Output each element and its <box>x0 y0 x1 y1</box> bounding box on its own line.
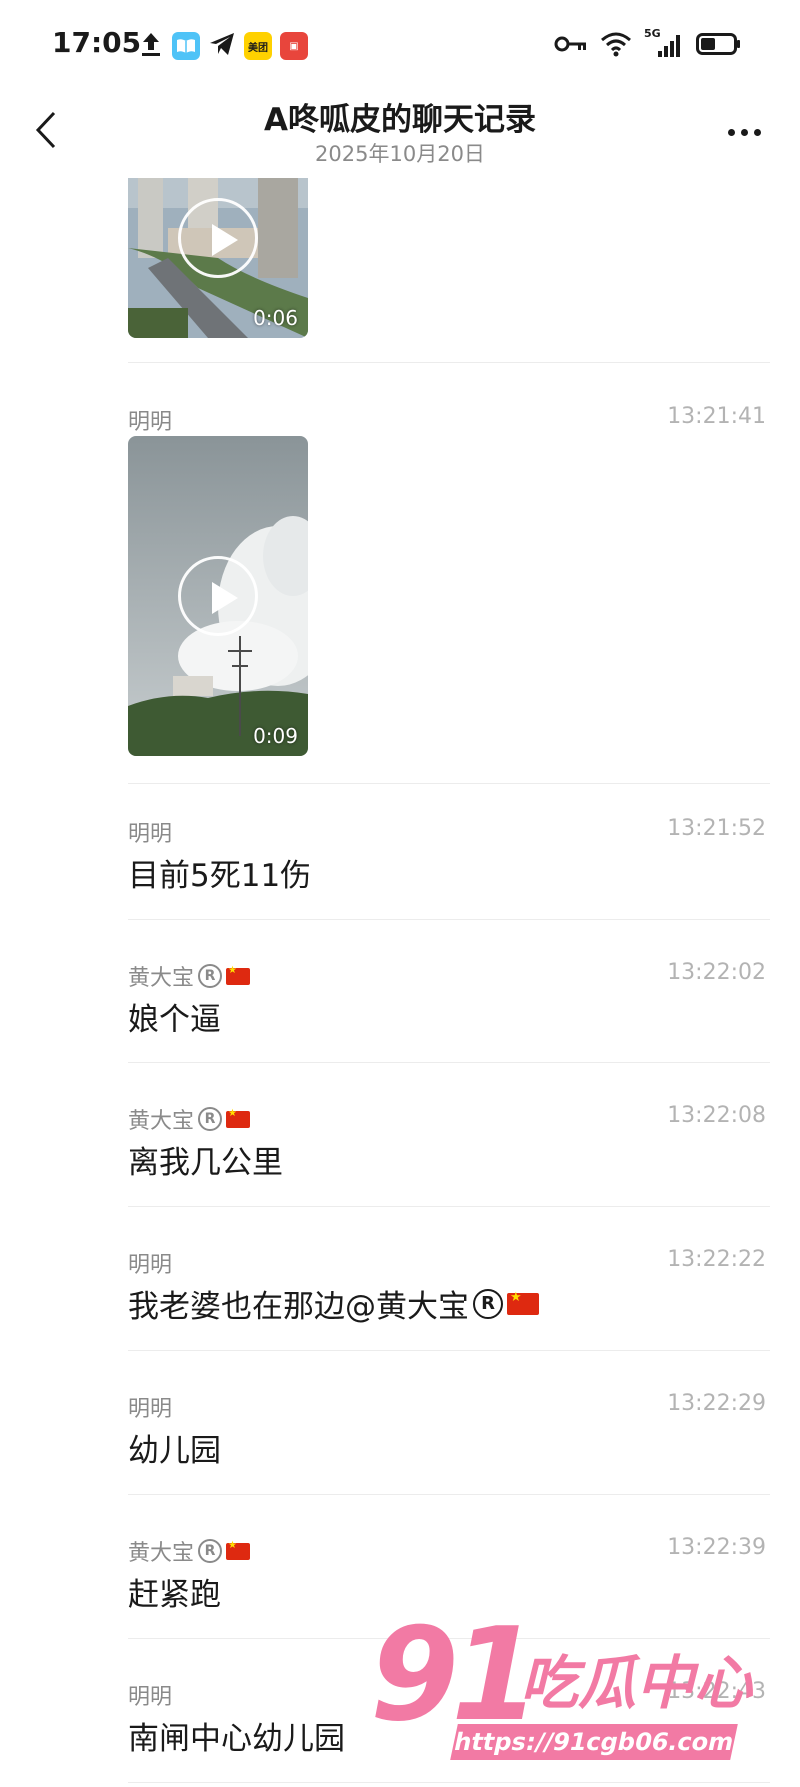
more-dot <box>753 128 761 136</box>
message-text: 赶紧跑 <box>128 1577 221 1613</box>
message-sender: 明明 <box>128 1685 173 1710</box>
system-icons: 5G <box>554 27 742 62</box>
battery-icon <box>696 32 742 60</box>
more-dot <box>740 128 748 136</box>
registered-icon: R <box>198 1539 223 1563</box>
message-text: 幼儿园 <box>128 1433 221 1469</box>
divider <box>128 1494 770 1495</box>
divider <box>128 1350 770 1351</box>
message-sender: 明明 <box>128 410 173 435</box>
china-flag-icon <box>226 1540 251 1560</box>
telegram-icon <box>208 31 236 61</box>
network-type: 5G <box>644 27 661 40</box>
divider <box>128 919 770 920</box>
play-icon <box>178 556 258 636</box>
message-sender: 明明 <box>128 1253 173 1278</box>
video-duration: 0:09 <box>253 724 298 748</box>
status-bar: 17:05 美团 ▣ 5G <box>0 0 800 92</box>
message-time: 13:22:02 <box>667 960 766 985</box>
divider <box>128 1782 770 1783</box>
message-sender: 明明 <box>128 1397 173 1422</box>
registered-icon: R <box>473 1288 503 1319</box>
video-message[interactable]: 0:09 <box>128 436 308 756</box>
more-dot <box>727 128 735 136</box>
app-icon: ▣ <box>280 32 308 60</box>
message-time: 13:22:39 <box>667 1535 766 1560</box>
vpn-key-icon <box>554 34 588 58</box>
message-sender: 明明 <box>128 822 173 847</box>
wifi-icon <box>600 31 632 61</box>
divider <box>128 362 770 363</box>
message-time: 13:22:08 <box>667 1103 766 1128</box>
message-sender: 黄大宝 R <box>128 1103 251 1135</box>
china-flag-icon <box>226 965 251 985</box>
message-time: 13:22:22 <box>667 1247 766 1272</box>
message-text: 南闸中心幼儿园 <box>128 1721 345 1757</box>
registered-icon: R <box>198 964 223 988</box>
video-message[interactable]: 0:06 <box>128 178 308 338</box>
message-time: 13:22:43 <box>667 1679 766 1704</box>
record-date: 2025年10月20日 <box>315 142 485 166</box>
message-text: 我老婆也在那边@黄大宝 R <box>128 1281 539 1326</box>
message-text: 离我几公里 <box>128 1145 283 1181</box>
message-time: 13:21:52 <box>667 816 766 841</box>
chat-record-header: A咚呱皮的聊天记录 2025年10月20日 <box>0 92 800 178</box>
message-sender: 黄大宝 R <box>128 960 251 992</box>
china-flag-icon <box>226 1108 251 1128</box>
page-title: A咚呱皮的聊天记录 <box>264 102 536 138</box>
message-time: 13:21:41 <box>667 404 766 429</box>
status-time: 17:05 <box>52 26 142 59</box>
divider <box>128 783 770 784</box>
upload-icon <box>138 30 164 62</box>
video-duration: 0:06 <box>253 306 298 330</box>
message-text: 目前5死11伤 <box>128 858 312 894</box>
notification-icons: 美团 ▣ <box>138 30 308 62</box>
message-list[interactable]: 0:06 明明 13:21:41 0:09 明明 13:21:52 目前5死11… <box>0 178 800 1787</box>
play-icon <box>178 198 258 278</box>
china-flag-icon <box>507 1290 539 1315</box>
divider <box>128 1062 770 1063</box>
message-time: 13:22:29 <box>667 1391 766 1416</box>
registered-icon: R <box>198 1107 223 1131</box>
signal-5g-icon: 5G <box>644 27 684 59</box>
divider <box>128 1206 770 1207</box>
meituan-icon: 美团 <box>244 32 272 60</box>
message-sender: 黄大宝 R <box>128 1535 251 1567</box>
book-icon <box>172 32 200 60</box>
more-options-button[interactable] <box>718 114 770 150</box>
divider <box>128 1638 770 1639</box>
message-text: 娘个逼 <box>128 1002 221 1038</box>
